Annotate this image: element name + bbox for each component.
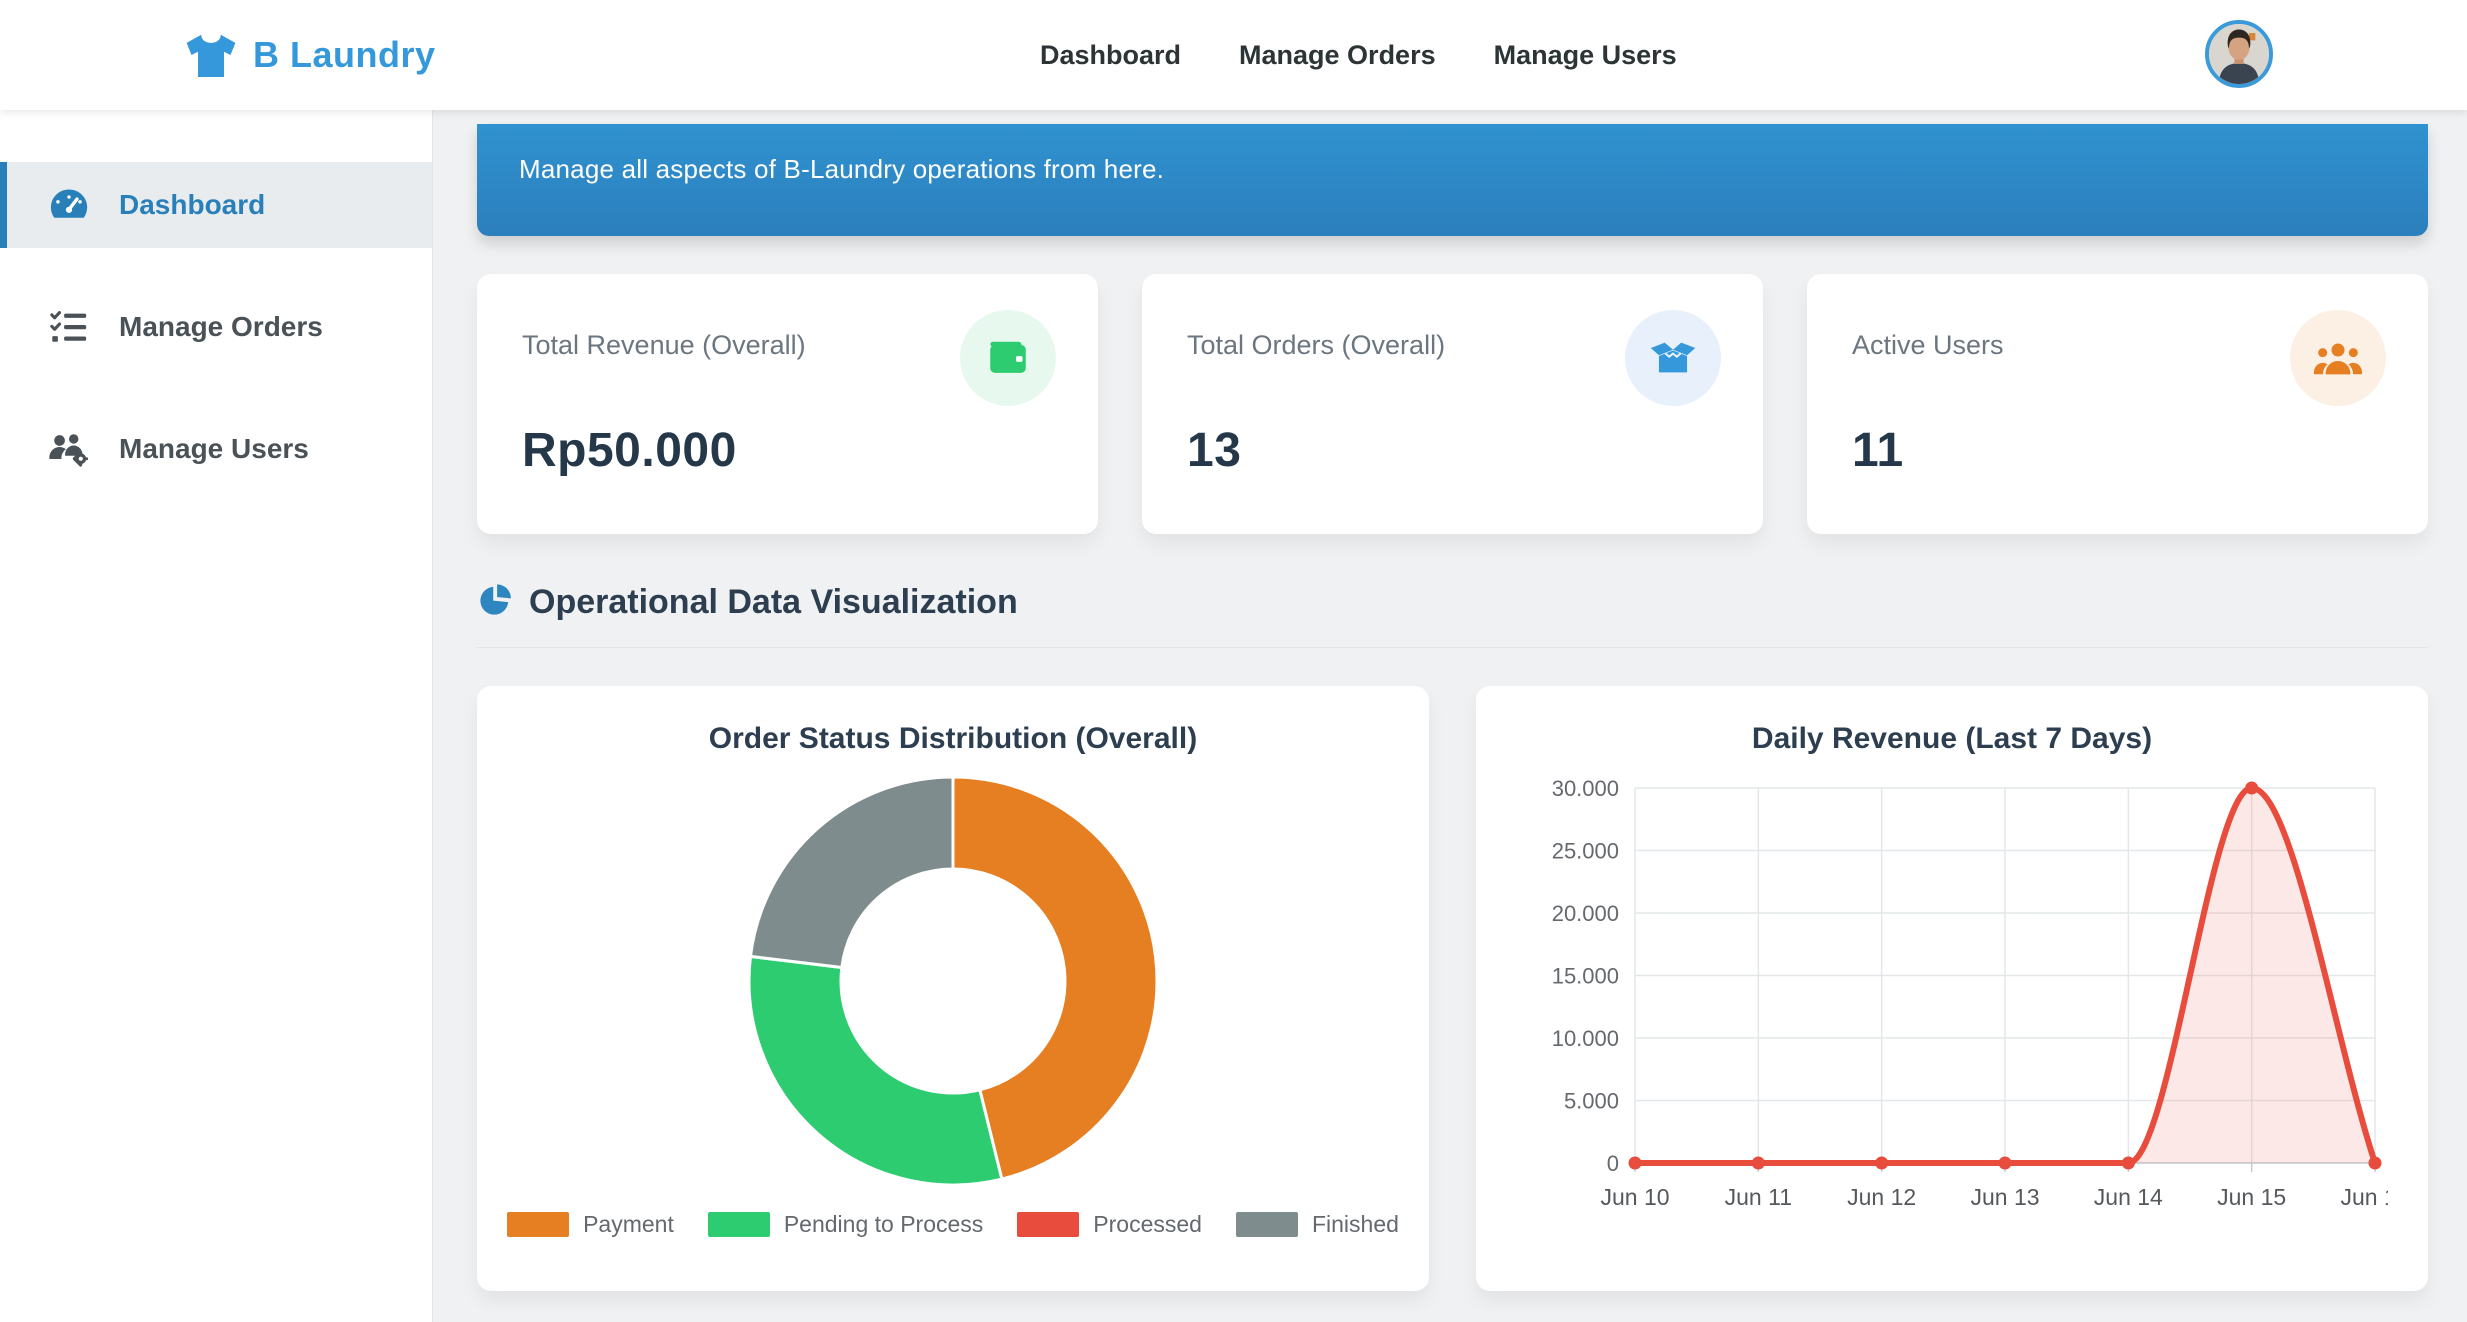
- svg-text:25.000: 25.000: [1551, 839, 1618, 864]
- welcome-banner: Manage all aspects of B-Laundry operatio…: [477, 124, 2428, 236]
- section-title: Operational Data Visualization: [529, 583, 1018, 622]
- nav-dashboard[interactable]: Dashboard: [1040, 40, 1181, 71]
- svg-text:Jun 11: Jun 11: [1724, 1184, 1791, 1210]
- stat-card-total-orders: Total Orders (Overall) 13: [1142, 274, 1763, 534]
- charts-row: Order Status Distribution (Overall) Paym…: [477, 686, 2428, 1291]
- speedometer-icon: [47, 185, 91, 225]
- svg-text:Jun 15: Jun 15: [2217, 1184, 2286, 1210]
- nav-manage-users[interactable]: Manage Users: [1494, 40, 1677, 71]
- sidebar-item-dashboard[interactable]: Dashboard: [0, 162, 432, 248]
- pie-chart-icon: [477, 582, 513, 623]
- svg-text:15.000: 15.000: [1551, 964, 1618, 989]
- nav-manage-orders[interactable]: Manage Orders: [1239, 40, 1436, 71]
- legend-item[interactable]: Payment: [507, 1211, 674, 1238]
- sidebar-item-manage-users[interactable]: Manage Users: [0, 406, 432, 492]
- doughnut-chart-title: Order Status Distribution (Overall): [477, 722, 1429, 756]
- legend-label: Pending to Process: [784, 1211, 983, 1238]
- sidebar-item-label: Manage Orders: [119, 311, 323, 343]
- doughnut-chart-card: Order Status Distribution (Overall) Paym…: [477, 686, 1429, 1291]
- svg-text:Jun 16: Jun 16: [2340, 1184, 2388, 1210]
- legend-label: Finished: [1312, 1211, 1399, 1238]
- section-divider: [477, 647, 2428, 648]
- svg-text:20.000: 20.000: [1551, 901, 1618, 926]
- users-icon: [2290, 310, 2386, 406]
- sidebar: Dashboard Manage Orders: [0, 110, 433, 1322]
- sidebar-item-manage-orders[interactable]: Manage Orders: [0, 284, 432, 370]
- svg-text:5.000: 5.000: [1563, 1089, 1618, 1114]
- top-nav-links: Dashboard Manage Orders Manage Users: [1040, 40, 1677, 71]
- stat-value: 11: [1852, 423, 2383, 478]
- stat-card-active-users: Active Users 11: [1807, 274, 2428, 534]
- wallet-icon: [960, 310, 1056, 406]
- user-avatar[interactable]: [2205, 20, 2273, 88]
- doughnut-slice: [749, 956, 1002, 1185]
- stats-row: Total Revenue (Overall) Rp50.000 Total O…: [477, 274, 2428, 534]
- sidebar-item-label: Manage Users: [119, 433, 309, 465]
- stat-value: 13: [1187, 423, 1718, 478]
- svg-text:Jun 12: Jun 12: [1847, 1184, 1916, 1210]
- legend-item[interactable]: Pending to Process: [708, 1211, 983, 1238]
- tshirt-icon: [185, 31, 237, 79]
- doughnut-slice: [750, 777, 953, 967]
- legend-item[interactable]: Finished: [1236, 1211, 1399, 1238]
- stat-value: Rp50.000: [522, 423, 1053, 478]
- legend-swatch: [1017, 1212, 1079, 1237]
- legend-swatch: [708, 1212, 770, 1237]
- line-chart-card: Daily Revenue (Last 7 Days) 0 5.000 10.000…: [1476, 686, 2428, 1291]
- section-head: Operational Data Visualization: [477, 582, 2428, 623]
- line-chart: 0 5.000 10.000 15.000 20.000 25.000 30.000 Jun …: [1517, 770, 2388, 1245]
- brand-logo[interactable]: B Laundry: [185, 31, 436, 79]
- svg-text:30.000: 30.000: [1551, 776, 1618, 801]
- list-check-icon: [47, 307, 91, 347]
- app-root: B Laundry Dashboard Manage Orders Manage…: [0, 0, 2467, 1322]
- legend-item[interactable]: Processed: [1017, 1211, 1202, 1238]
- svg-text:Jun 14: Jun 14: [2093, 1184, 2162, 1210]
- doughnut-legend: Payment Pending to Process Processed Finish…: [477, 1211, 1429, 1238]
- svg-text:10.000: 10.000: [1551, 1026, 1618, 1051]
- legend-label: Processed: [1093, 1211, 1202, 1238]
- sidebar-item-label: Dashboard: [119, 189, 265, 221]
- line-chart-title: Daily Revenue (Last 7 Days): [1476, 722, 2428, 756]
- banner-message: Manage all aspects of B-Laundry operatio…: [519, 154, 2386, 185]
- users-gear-icon: [47, 429, 91, 469]
- main-content: Manage all aspects of B-Laundry operatio…: [433, 110, 2467, 1322]
- legend-swatch: [507, 1212, 569, 1237]
- legend-label: Payment: [583, 1211, 674, 1238]
- brand-name: B Laundry: [253, 34, 436, 76]
- svg-text:Jun 10: Jun 10: [1600, 1184, 1669, 1210]
- stat-card-total-revenue: Total Revenue (Overall) Rp50.000: [477, 274, 1098, 534]
- box-open-icon: [1625, 310, 1721, 406]
- body-row: Dashboard Manage Orders: [0, 110, 2467, 1322]
- svg-text:Jun 13: Jun 13: [1970, 1184, 2039, 1210]
- svg-text:0: 0: [1606, 1151, 1618, 1176]
- legend-swatch: [1236, 1212, 1298, 1237]
- top-navbar: B Laundry Dashboard Manage Orders Manage…: [0, 0, 2467, 110]
- doughnut-chart: [744, 772, 1162, 1195]
